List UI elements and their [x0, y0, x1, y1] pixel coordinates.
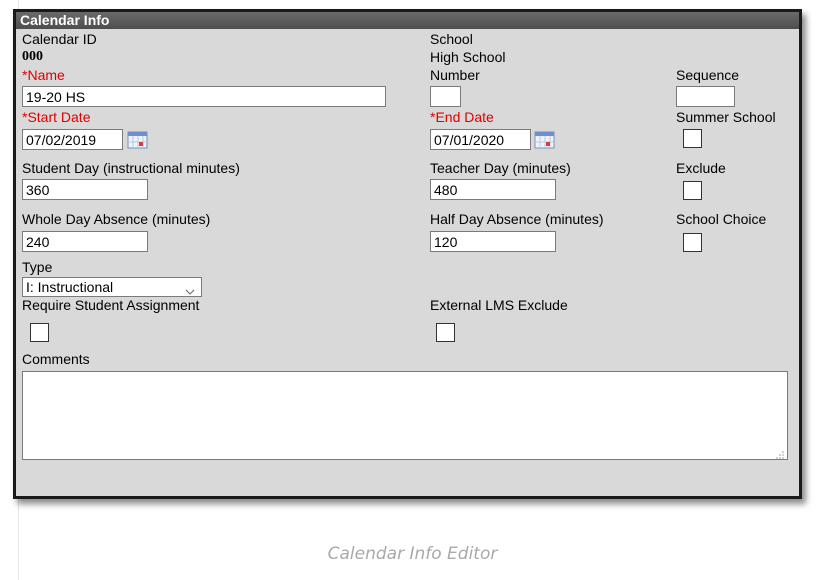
end-date-label-text: End Date — [435, 109, 494, 125]
exclude-label: Exclude — [676, 160, 726, 176]
end-date-input[interactable] — [430, 129, 531, 150]
require-student-assignment-label: Require Student Assignment — [22, 297, 200, 313]
name-input[interactable] — [22, 86, 386, 107]
summer-school-label: Summer School — [676, 109, 776, 125]
sequence-input[interactable] — [676, 86, 735, 107]
name-label: *Name — [22, 67, 65, 83]
comments-label: Comments — [22, 351, 90, 367]
calendar-icon[interactable] — [534, 130, 556, 150]
resize-grip-icon[interactable] — [775, 447, 785, 459]
start-date-label: *Start Date — [22, 109, 90, 125]
school-value: High School — [430, 49, 506, 65]
end-date-label: *End Date — [430, 109, 494, 125]
external-lms-exclude-checkbox[interactable] — [436, 323, 455, 342]
comments-textarea[interactable] — [22, 371, 788, 460]
student-day-input[interactable] — [22, 179, 148, 200]
type-label: Type — [22, 259, 53, 275]
type-selected-value: I: Instructional — [26, 279, 114, 295]
calendar-id-label: Calendar ID — [22, 31, 97, 47]
half-day-absence-input[interactable] — [430, 231, 556, 252]
chevron-down-icon — [185, 282, 195, 295]
calendar-icon[interactable] — [127, 130, 149, 150]
half-day-absence-label: Half Day Absence (minutes) — [430, 211, 604, 227]
school-choice-label: School Choice — [676, 211, 767, 227]
number-input[interactable] — [430, 86, 461, 107]
require-student-assignment-checkbox[interactable] — [30, 323, 49, 342]
student-day-label: Student Day (instructional minutes) — [22, 160, 240, 176]
start-date-input[interactable] — [22, 129, 123, 150]
summer-school-checkbox[interactable] — [683, 129, 702, 148]
panel-title: Calendar Info — [16, 12, 799, 29]
type-select[interactable]: I: Instructional — [22, 277, 202, 297]
school-choice-checkbox[interactable] — [683, 233, 702, 252]
number-label: Number — [430, 67, 480, 83]
calendar-id-value: 000 — [22, 49, 43, 64]
teacher-day-input[interactable] — [430, 179, 556, 200]
external-lms-exclude-label: External LMS Exclude — [430, 297, 568, 313]
start-date-label-text: Start Date — [27, 109, 91, 125]
calendar-info-panel: Calendar Info Calendar ID 000 School Hig… — [13, 9, 802, 499]
teacher-day-label: Teacher Day (minutes) — [430, 160, 571, 176]
school-label: School — [430, 31, 473, 47]
exclude-checkbox[interactable] — [683, 181, 702, 200]
figure-caption: Calendar Info Editor — [327, 544, 498, 564]
whole-day-absence-label: Whole Day Absence (minutes) — [22, 211, 211, 227]
sequence-label: Sequence — [676, 67, 740, 83]
name-label-text: Name — [27, 67, 65, 83]
whole-day-absence-input[interactable] — [22, 231, 148, 252]
